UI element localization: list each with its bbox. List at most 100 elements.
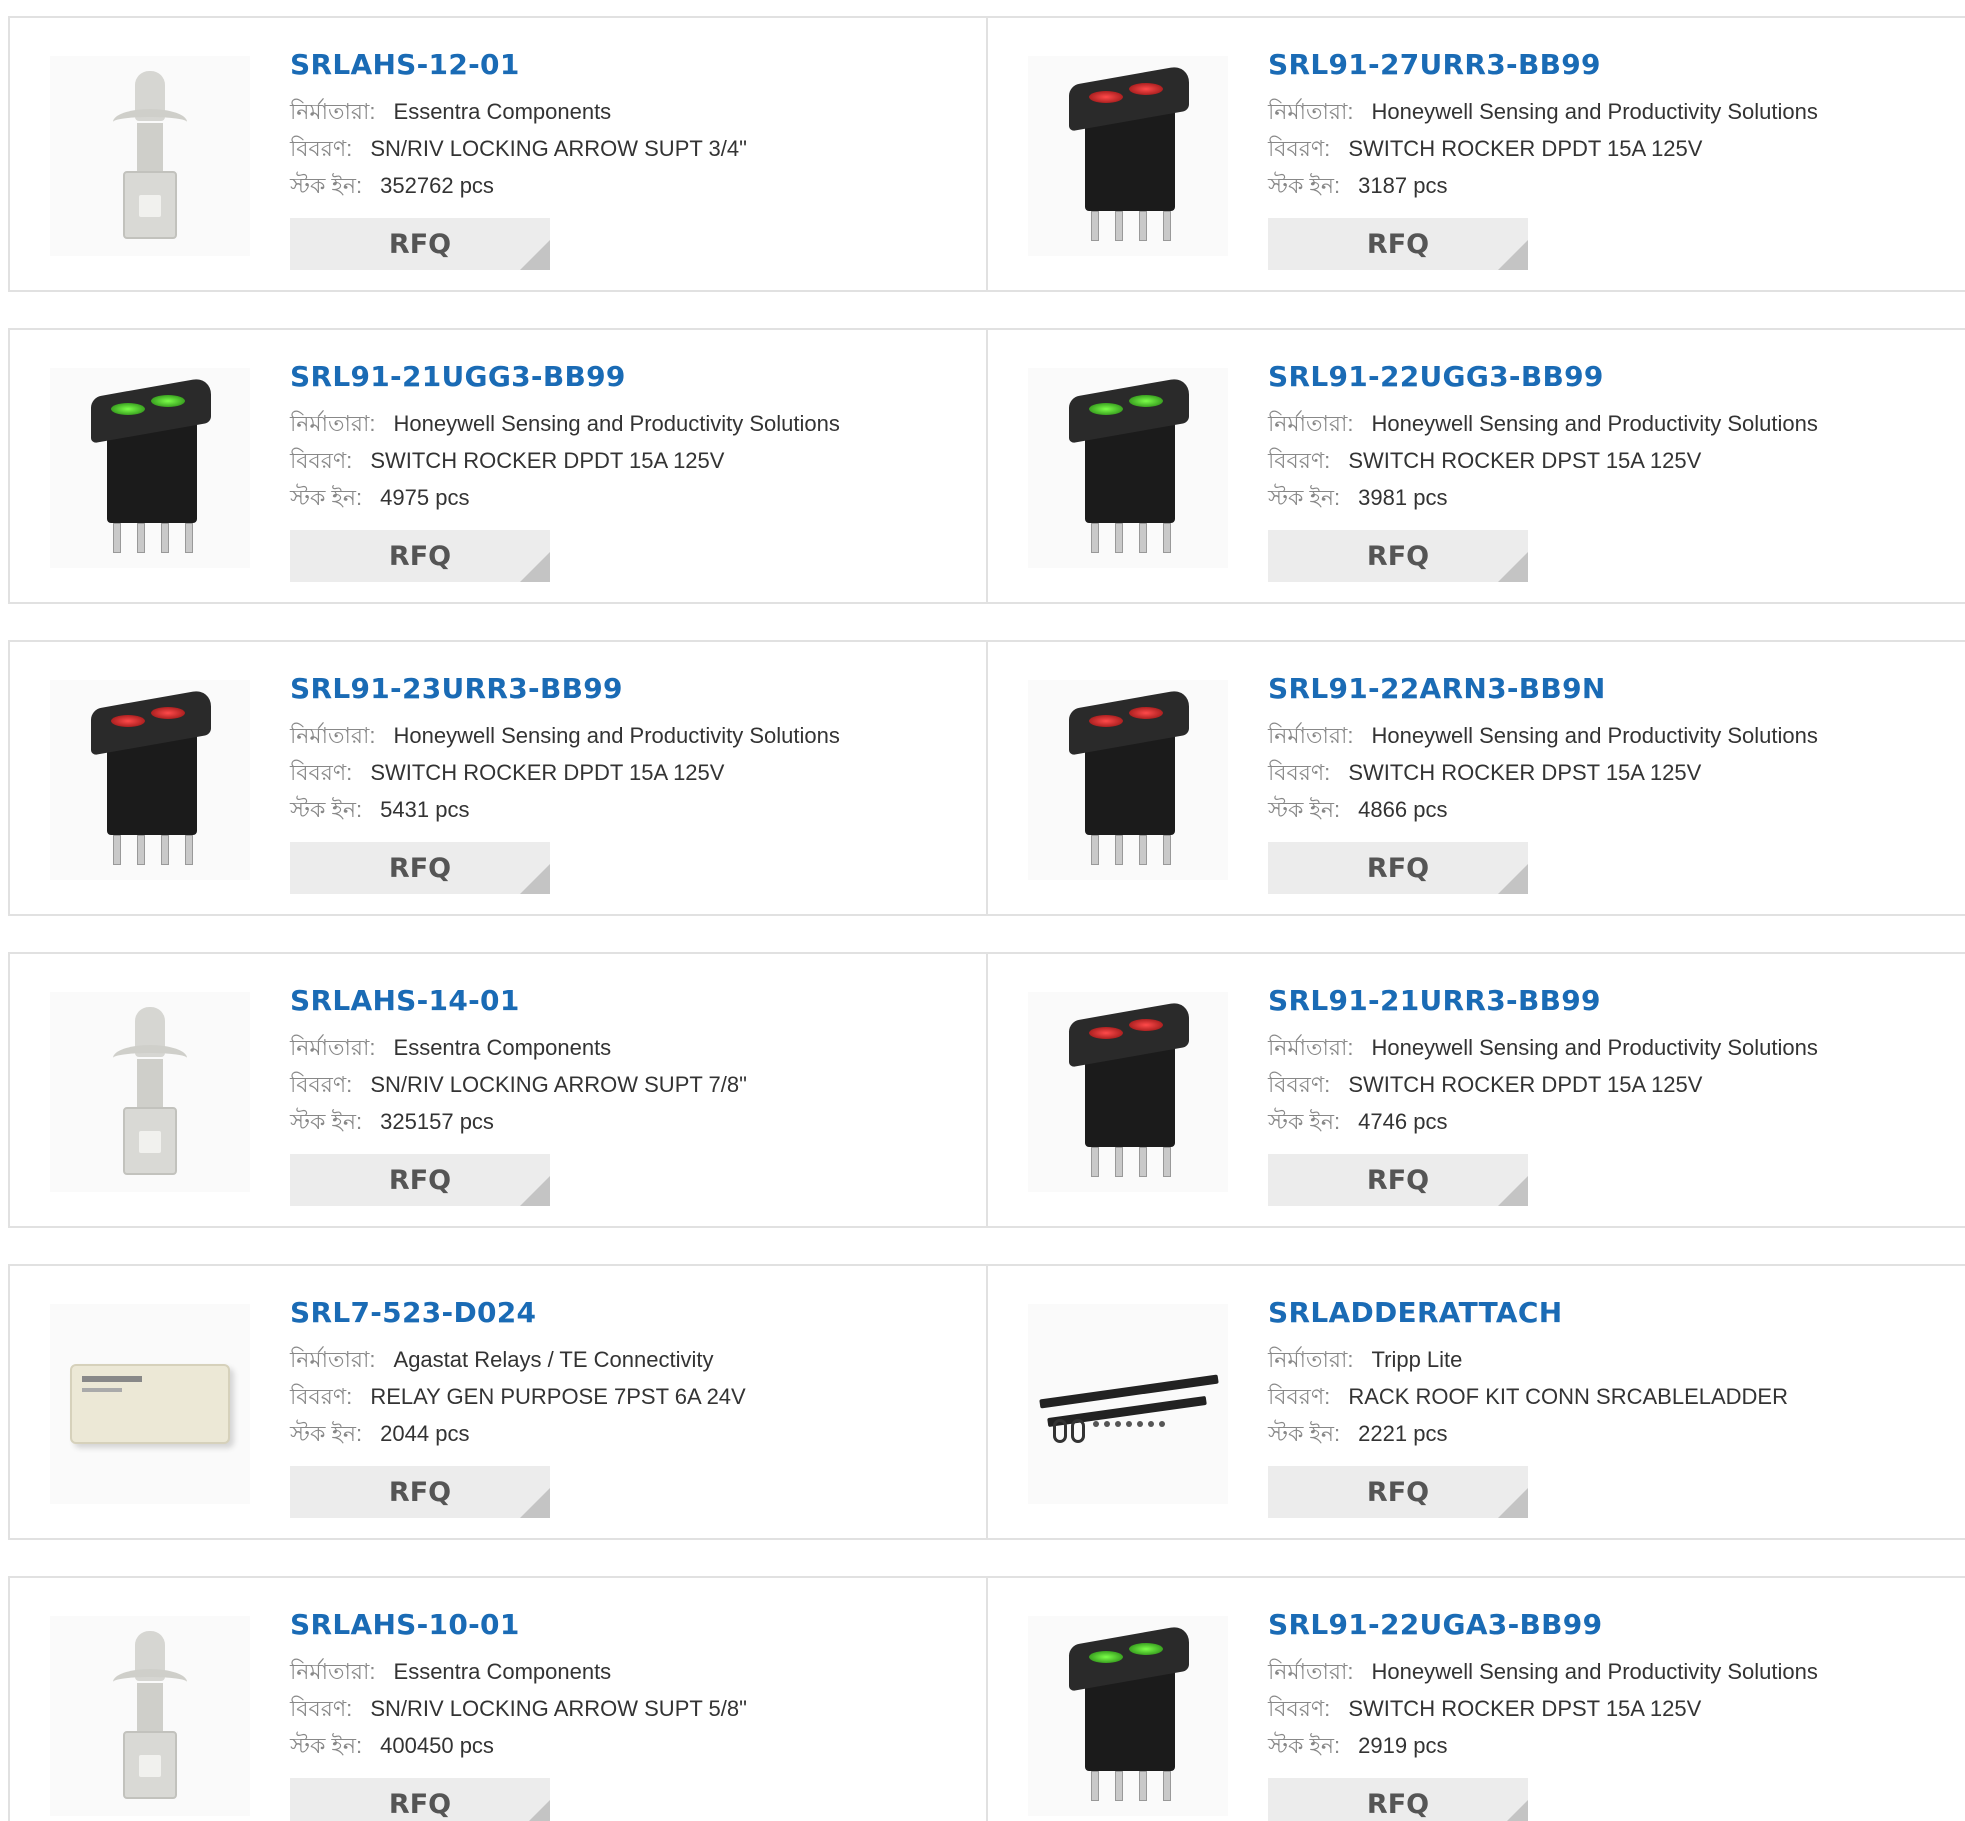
stock-label: স্টক ইন: xyxy=(290,1733,363,1758)
stock-value: 352762 pcs xyxy=(380,173,494,198)
manufacturer-value: Honeywell Sensing and Productivity Solut… xyxy=(1371,1659,1818,1684)
corner-triangle-icon xyxy=(1498,240,1528,270)
rfq-button[interactable]: RFQ xyxy=(290,1778,550,1821)
manufacturer-line: নির্মাতারা: Honeywell Sensing and Product… xyxy=(1268,1653,1818,1690)
manufacturer-label: নির্মাতারা: xyxy=(1268,411,1354,436)
manufacturer-value: Honeywell Sensing and Productivity Solut… xyxy=(393,411,840,436)
manufacturer-value: Essentra Components xyxy=(393,1035,612,1060)
stock-line: স্টক ইন: 4975 pcs xyxy=(290,479,840,516)
rfq-button[interactable]: RFQ xyxy=(1268,218,1528,270)
description-line: বিবরণ: RACK ROOF KIT CONN SRCABLELADDER xyxy=(1268,1378,1788,1415)
description-line: বিবরণ: RELAY GEN PURPOSE 7PST 6A 24V xyxy=(290,1378,746,1415)
stock-label: স্টক ইন: xyxy=(290,1421,363,1446)
arrow-support-icon[interactable] xyxy=(50,1616,250,1816)
stock-line: স্টক ইন: 325157 pcs xyxy=(290,1103,747,1140)
manufacturer-line: নির্মাতারা: Honeywell Sensing and Product… xyxy=(290,717,840,754)
stock-value: 5431 pcs xyxy=(380,797,470,822)
arrow-support-icon[interactable] xyxy=(50,992,250,1192)
part-number-link[interactable]: SRL91-22UGA3-BB99 xyxy=(1268,1608,1818,1641)
description-line: বিবরণ: SN/RIV LOCKING ARROW SUPT 3/4" xyxy=(290,130,747,167)
relay-icon[interactable] xyxy=(50,1304,250,1504)
corner-triangle-icon xyxy=(1498,552,1528,582)
stock-value: 3981 pcs xyxy=(1358,485,1448,510)
product-card: SRL91-23URR3-BB99 নির্মাতারা: Honeywell Se… xyxy=(8,640,988,916)
stock-label: স্টক ইন: xyxy=(1268,1733,1341,1758)
rfq-button[interactable]: RFQ xyxy=(290,218,550,270)
rfq-button[interactable]: RFQ xyxy=(290,1466,550,1518)
description-value: RELAY GEN PURPOSE 7PST 6A 24V xyxy=(370,1384,746,1409)
manufacturer-label: নির্মাতারা: xyxy=(1268,1659,1354,1684)
manufacturer-value: Honeywell Sensing and Productivity Solut… xyxy=(1371,1035,1818,1060)
rocker-switch-red-icon[interactable] xyxy=(1028,680,1228,880)
part-number-link[interactable]: SRLADDERATTACH xyxy=(1268,1296,1788,1329)
product-row: SRL7-523-D024 নির্মাতারা: Agastat Relays /… xyxy=(8,1264,1965,1540)
stock-label: স্টক ইন: xyxy=(290,1109,363,1134)
stock-value: 4746 pcs xyxy=(1358,1109,1448,1134)
rocker-switch-green-icon[interactable] xyxy=(1028,1616,1228,1816)
manufacturer-line: নির্মাতারা: Essentra Components xyxy=(290,1653,747,1690)
stock-line: স্টক ইন: 4866 pcs xyxy=(1268,791,1818,828)
description-value: SWITCH ROCKER DPDT 15A 125V xyxy=(1348,136,1703,161)
rfq-label: RFQ xyxy=(1366,1788,1430,1820)
rocker-switch-green-icon[interactable] xyxy=(50,368,250,568)
manufacturer-line: নির্মাতারা: Honeywell Sensing and Product… xyxy=(1268,717,1818,754)
product-card: SRL91-27URR3-BB99 নির্মাতারা: Honeywell Se… xyxy=(986,16,1965,292)
rfq-button[interactable]: RFQ xyxy=(1268,530,1528,582)
part-number-link[interactable]: SRL91-21UGG3-BB99 xyxy=(290,360,840,393)
manufacturer-label: নির্মাতারা: xyxy=(290,1347,376,1372)
ladder-kit-icon[interactable] xyxy=(1028,1304,1228,1504)
rocker-switch-red-icon[interactable] xyxy=(1028,56,1228,256)
description-line: বিবরণ: SWITCH ROCKER DPST 15A 125V xyxy=(1268,1690,1818,1727)
rfq-label: RFQ xyxy=(388,540,452,572)
part-number-link[interactable]: SRL91-22ARN3-BB9N xyxy=(1268,672,1818,705)
rfq-button[interactable]: RFQ xyxy=(1268,1778,1528,1821)
corner-triangle-icon xyxy=(1498,1488,1528,1518)
rocker-switch-red-icon[interactable] xyxy=(1028,992,1228,1192)
description-line: বিবরণ: SN/RIV LOCKING ARROW SUPT 5/8" xyxy=(290,1690,747,1727)
stock-value: 2221 pcs xyxy=(1358,1421,1448,1446)
product-card: SRL91-22UGA3-BB99 নির্মাতারা: Honeywell Se… xyxy=(986,1576,1965,1821)
stock-label: স্টক ইন: xyxy=(290,173,363,198)
part-number-link[interactable]: SRLAHS-12-01 xyxy=(290,48,747,81)
manufacturer-line: নির্মাতারা: Honeywell Sensing and Product… xyxy=(1268,93,1818,130)
rfq-button[interactable]: RFQ xyxy=(290,530,550,582)
manufacturer-value: Tripp Lite xyxy=(1371,1347,1463,1372)
manufacturer-label: নির্মাতারা: xyxy=(1268,99,1354,124)
description-value: SWITCH ROCKER DPDT 15A 125V xyxy=(1348,1072,1703,1097)
description-value: SWITCH ROCKER DPST 15A 125V xyxy=(1348,760,1702,785)
manufacturer-line: নির্মাতারা: Honeywell Sensing and Product… xyxy=(1268,1029,1818,1066)
part-number-link[interactable]: SRL91-23URR3-BB99 xyxy=(290,672,840,705)
rfq-button[interactable]: RFQ xyxy=(1268,1466,1528,1518)
stock-label: স্টক ইন: xyxy=(1268,485,1341,510)
rocker-switch-red-icon[interactable] xyxy=(50,680,250,880)
stock-value: 325157 pcs xyxy=(380,1109,494,1134)
product-row: SRLAHS-14-01 নির্মাতারা: Essentra Componen… xyxy=(8,952,1965,1228)
manufacturer-value: Essentra Components xyxy=(393,1659,612,1684)
part-number-link[interactable]: SRL91-27URR3-BB99 xyxy=(1268,48,1818,81)
product-card: SRLAHS-14-01 নির্মাতারা: Essentra Componen… xyxy=(8,952,988,1228)
stock-line: স্টক ইন: 352762 pcs xyxy=(290,167,747,204)
part-number-link[interactable]: SRLAHS-14-01 xyxy=(290,984,747,1017)
part-number-link[interactable]: SRL91-21URR3-BB99 xyxy=(1268,984,1818,1017)
rfq-label: RFQ xyxy=(1366,1164,1430,1196)
stock-line: স্টক ইন: 3981 pcs xyxy=(1268,479,1818,516)
rfq-button[interactable]: RFQ xyxy=(1268,842,1528,894)
corner-triangle-icon xyxy=(520,552,550,582)
corner-triangle-icon xyxy=(520,1488,550,1518)
product-card: SRL91-21UGG3-BB99 নির্মাতারা: Honeywell Se… xyxy=(8,328,988,604)
part-number-link[interactable]: SRLAHS-10-01 xyxy=(290,1608,747,1641)
arrow-support-icon[interactable] xyxy=(50,56,250,256)
rocker-switch-green-icon[interactable] xyxy=(1028,368,1228,568)
rfq-button[interactable]: RFQ xyxy=(290,1154,550,1206)
description-label: বিবরণ: xyxy=(290,1384,353,1409)
rfq-label: RFQ xyxy=(1366,228,1430,260)
description-label: বিবরণ: xyxy=(290,1072,353,1097)
description-label: বিবরণ: xyxy=(290,1696,353,1721)
description-label: বিবরণ: xyxy=(1268,1696,1331,1721)
rfq-button[interactable]: RFQ xyxy=(290,842,550,894)
manufacturer-value: Agastat Relays / TE Connectivity xyxy=(393,1347,714,1372)
manufacturer-value: Honeywell Sensing and Productivity Solut… xyxy=(1371,99,1818,124)
rfq-button[interactable]: RFQ xyxy=(1268,1154,1528,1206)
part-number-link[interactable]: SRL7-523-D024 xyxy=(290,1296,746,1329)
part-number-link[interactable]: SRL91-22UGG3-BB99 xyxy=(1268,360,1818,393)
